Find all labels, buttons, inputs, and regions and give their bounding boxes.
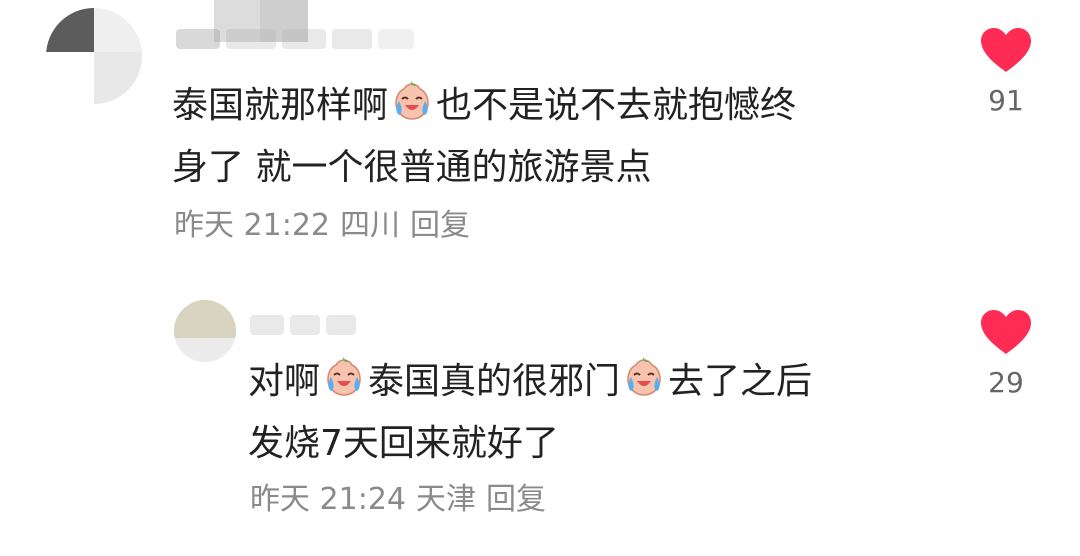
- comment-segment: 去了之后: [668, 361, 813, 402]
- comment-segment: 泰国真的很邪门: [368, 361, 621, 402]
- avatar-pixel: [174, 338, 236, 362]
- comment-text: 泰国就那样啊 也不是说不去就抱憾终 身了 就一个很普通的旅游景点: [172, 78, 912, 196]
- reply-button[interactable]: 回复: [410, 208, 470, 243]
- location: 天津: [416, 482, 476, 517]
- like-count: 91: [988, 84, 1024, 117]
- comment-segment: 对啊: [248, 361, 321, 402]
- comment-segment: 泰国就那样啊: [172, 85, 389, 126]
- heart-icon[interactable]: [979, 26, 1033, 74]
- avatar-pixel: [174, 300, 236, 338]
- comment-meta: 昨天 21:22 四川 回复: [174, 206, 470, 246]
- blurred-text: [378, 29, 414, 49]
- heart-icon[interactable]: [979, 308, 1033, 356]
- comment-line: 发烧7天回来就好了: [248, 423, 559, 464]
- crying-face-icon: [322, 355, 366, 416]
- blurred-text: [290, 315, 320, 335]
- avatar[interactable]: [174, 300, 236, 362]
- avatar-pixel: [94, 52, 142, 104]
- avatar[interactable]: [46, 8, 142, 104]
- like-count: 29: [988, 366, 1024, 399]
- comment-text: 对啊 泰国真的很邪门 去了之后 发烧7天回来就好了: [248, 354, 948, 472]
- comment-line: 对啊 泰国真的很邪门 去了之后: [248, 354, 948, 416]
- comment-meta: 昨天 21:24 天津 回复: [250, 480, 546, 520]
- crying-face-icon: [390, 79, 434, 140]
- timestamp: 昨天 21:24: [250, 482, 406, 517]
- blurred-text: [332, 29, 372, 49]
- reply-button[interactable]: 回复: [486, 482, 546, 517]
- avatar-pixel: [94, 8, 142, 52]
- username-overlay: [260, 0, 308, 42]
- avatar-pixel: [46, 8, 94, 52]
- blurred-text: [250, 315, 284, 335]
- comment-segment: 也不是说不去就抱憾终: [436, 85, 797, 126]
- avatar-pixel: [46, 52, 94, 104]
- like-control[interactable]: 91: [966, 26, 1046, 117]
- crying-face-icon: [622, 355, 666, 416]
- username-blurred[interactable]: [250, 312, 356, 338]
- comment-line: 身了 就一个很普通的旅游景点: [172, 147, 652, 188]
- timestamp: 昨天 21:22: [174, 208, 330, 243]
- like-control[interactable]: 29: [966, 308, 1046, 399]
- blurred-text: [326, 315, 356, 335]
- comment-line: 泰国就那样啊 也不是说不去就抱憾终: [172, 78, 912, 140]
- location: 四川: [340, 208, 400, 243]
